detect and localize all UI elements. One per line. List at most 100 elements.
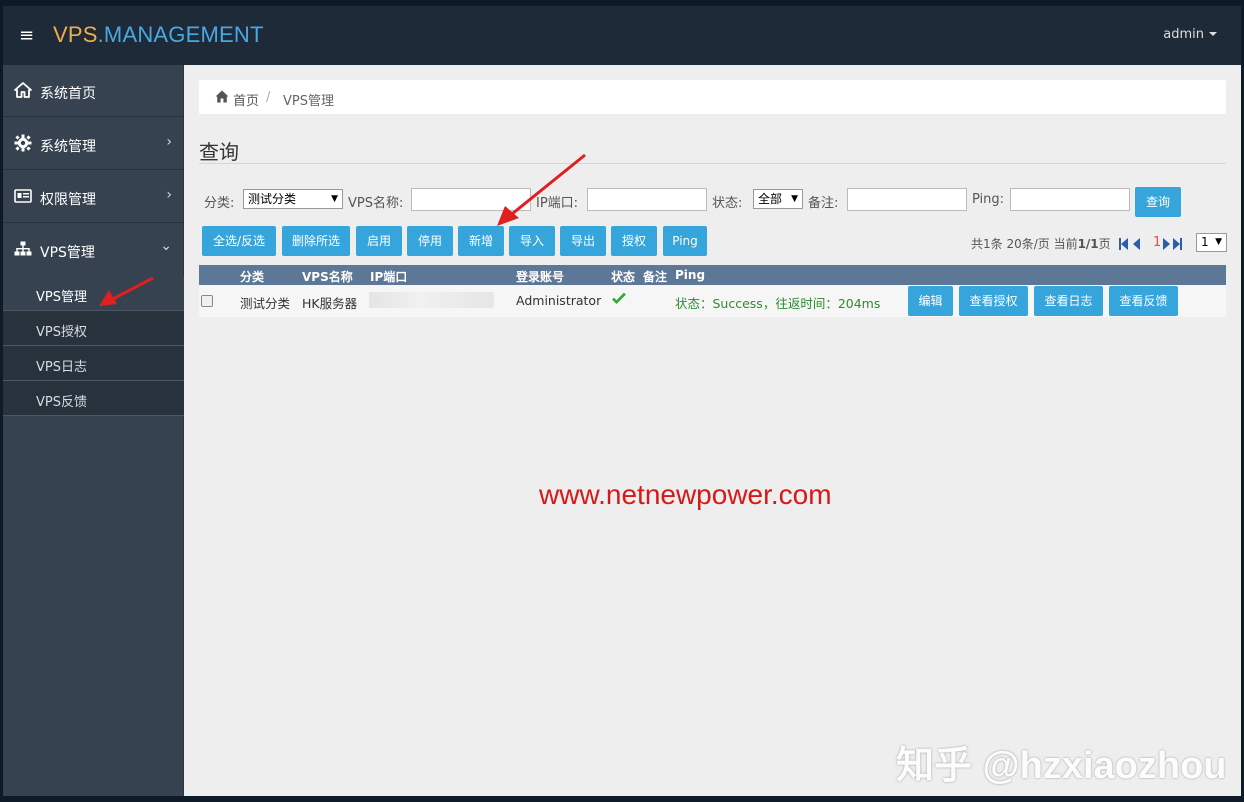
import-button[interactable]: 导入 bbox=[509, 226, 555, 256]
menu-toggle-icon[interactable]: ≡ bbox=[19, 25, 34, 46]
breadcrumb-home[interactable]: 首页 bbox=[233, 90, 259, 109]
cell-ip-port-redacted bbox=[369, 292, 494, 308]
sidebar-item-system[interactable]: 系统管理 › bbox=[3, 118, 184, 170]
pager-summary-prefix: 共1条 20条/页 当前 bbox=[971, 237, 1078, 251]
col-remark: 备注 bbox=[643, 270, 668, 284]
site-watermark: www.netnewpower.com bbox=[539, 479, 832, 510]
view-log-button[interactable]: 查看日志 bbox=[1034, 286, 1103, 316]
delete-selected-button[interactable]: 删除所选 bbox=[282, 226, 350, 256]
check-icon bbox=[612, 292, 626, 304]
user-menu[interactable]: admin bbox=[1163, 27, 1217, 42]
ip-port-input[interactable] bbox=[587, 188, 707, 211]
add-button[interactable]: 新增 bbox=[458, 226, 504, 256]
brand-vps: VPS bbox=[53, 22, 98, 47]
pager-nav bbox=[1119, 237, 1182, 251]
main-content: 首页 / VPS管理 查询 分类: 测试分类 ▼ VPS名称: IP端口: 状态:… bbox=[184, 65, 1241, 796]
authorize-button[interactable]: 授权 bbox=[611, 226, 657, 256]
breadcrumb-current: VPS管理 bbox=[283, 94, 334, 109]
status-select-value: 全部 bbox=[758, 192, 783, 206]
prev-page-icon[interactable] bbox=[1133, 238, 1140, 250]
sidebar-sub-label: VPS日志 bbox=[36, 360, 87, 375]
sidebar-item-label: 系统首页 bbox=[40, 86, 96, 102]
pager-summary: 共1条 20条/页 当前1/1页 bbox=[971, 235, 1111, 252]
pager-summary-page: 1/1 bbox=[1077, 237, 1099, 251]
page-select[interactable]: 1 ▼ bbox=[1196, 233, 1227, 252]
ping-label: Ping: bbox=[972, 192, 1005, 207]
sidebar-item-label: 权限管理 bbox=[40, 192, 96, 208]
view-feedback-button[interactable]: 查看反馈 bbox=[1109, 286, 1178, 316]
sitemap-icon bbox=[14, 241, 32, 256]
col-ip-port: IP端口 bbox=[370, 270, 408, 284]
export-button[interactable]: 导出 bbox=[560, 226, 606, 256]
id-card-icon bbox=[14, 189, 32, 203]
col-status: 状态 bbox=[611, 270, 636, 284]
sidebar-item-permissions[interactable]: 权限管理 › bbox=[3, 171, 184, 223]
top-navbar: ≡ VPS.MANAGEMENT admin bbox=[3, 6, 1241, 65]
dropdown-arrow-icon: ▼ bbox=[1215, 237, 1222, 247]
chevron-down-icon: ⌄ bbox=[160, 238, 172, 254]
caret-down-icon bbox=[1209, 32, 1217, 36]
title-divider bbox=[199, 163, 1226, 164]
col-ping: Ping bbox=[675, 268, 706, 282]
sidebar-item-label: VPS管理 bbox=[40, 245, 95, 261]
remark-input[interactable] bbox=[847, 188, 967, 211]
page-select-value: 1 bbox=[1201, 235, 1209, 249]
select-all-button[interactable]: 全选/反选 bbox=[202, 226, 276, 256]
ping-input[interactable] bbox=[1010, 188, 1130, 211]
sidebar-item-label: 系统管理 bbox=[40, 139, 96, 155]
sidebar-sub-vps-auth[interactable]: VPS授权 bbox=[3, 311, 184, 346]
cell-vps-name: HK服务器 bbox=[302, 296, 358, 311]
sidebar-sub-vps-log[interactable]: VPS日志 bbox=[3, 346, 184, 381]
home-icon bbox=[14, 82, 32, 98]
category-select-value: 测试分类 bbox=[248, 192, 297, 206]
sidebar-sub-label: VPS管理 bbox=[36, 290, 87, 305]
chevron-right-icon: › bbox=[166, 134, 172, 150]
ping-button[interactable]: Ping bbox=[663, 226, 707, 256]
gear-icon bbox=[14, 134, 32, 152]
status-select[interactable]: 全部 ▼ bbox=[753, 189, 803, 209]
vps-name-input[interactable] bbox=[411, 188, 531, 211]
dropdown-arrow-icon: ▼ bbox=[331, 194, 338, 204]
enable-button[interactable]: 启用 bbox=[356, 226, 402, 256]
col-category: 分类 bbox=[240, 270, 265, 284]
status-label: 状态: bbox=[712, 196, 743, 211]
remark-label: 备注: bbox=[808, 196, 839, 211]
dropdown-arrow-icon: ▼ bbox=[791, 194, 798, 204]
brand-management: .MANAGEMENT bbox=[97, 22, 264, 47]
sidebar: 系统首页 系统管理 › 权限管理 › VPS管理 ⌄ VPS管理 VPS授权 V… bbox=[3, 65, 184, 796]
sidebar-sub-vps-manage[interactable]: VPS管理 bbox=[3, 276, 184, 311]
cell-ping-status: 状态：Success，往返时间：204ms bbox=[675, 296, 881, 311]
vps-name-label: VPS名称: bbox=[348, 196, 404, 211]
disable-button[interactable]: 停用 bbox=[407, 226, 453, 256]
sidebar-sub-vps-feedback[interactable]: VPS反馈 bbox=[3, 381, 184, 416]
home-icon bbox=[215, 90, 229, 103]
edit-button[interactable]: 编辑 bbox=[908, 286, 953, 316]
brand-logo[interactable]: VPS.MANAGEMENT bbox=[53, 22, 264, 48]
breadcrumb-separator: / bbox=[266, 90, 271, 105]
category-label: 分类: bbox=[204, 196, 235, 211]
table-header: 分类 VPS名称 IP端口 登录账号 状态 备注 Ping bbox=[199, 265, 1226, 285]
next-page-icon[interactable] bbox=[1163, 238, 1170, 250]
cell-category: 测试分类 bbox=[240, 296, 291, 311]
sidebar-sub-label: VPS反馈 bbox=[36, 395, 87, 410]
cell-account: Administrator bbox=[516, 293, 602, 308]
chevron-right-icon: › bbox=[166, 187, 172, 203]
ip-port-label: IP端口: bbox=[536, 196, 579, 211]
zhihu-watermark: 知乎 @hzxiaozhou bbox=[896, 745, 1227, 787]
category-select[interactable]: 测试分类 ▼ bbox=[243, 189, 343, 209]
sidebar-item-vps[interactable]: VPS管理 ⌄ bbox=[3, 224, 184, 276]
breadcrumb: 首页 / VPS管理 bbox=[199, 80, 1226, 114]
row-checkbox[interactable] bbox=[201, 295, 213, 307]
pager-summary-suffix: 页 bbox=[1098, 237, 1111, 251]
current-page-number[interactable]: 1 bbox=[1153, 235, 1161, 250]
user-name: admin bbox=[1163, 27, 1204, 42]
col-account: 登录账号 bbox=[516, 270, 565, 284]
table-row: 测试分类 HK服务器 Administrator 状态：Success，往返时间… bbox=[199, 285, 1226, 317]
view-auth-button[interactable]: 查看授权 bbox=[959, 286, 1028, 316]
col-vps-name: VPS名称 bbox=[302, 270, 353, 284]
sidebar-sub-label: VPS授权 bbox=[36, 325, 87, 340]
sidebar-item-home[interactable]: 系统首页 bbox=[3, 65, 184, 117]
page-title: 查询 bbox=[199, 140, 239, 164]
query-button[interactable]: 查询 bbox=[1135, 187, 1181, 217]
app-window: ≡ VPS.MANAGEMENT admin 系统首页 系统管理 › 权限管理 … bbox=[3, 6, 1241, 796]
